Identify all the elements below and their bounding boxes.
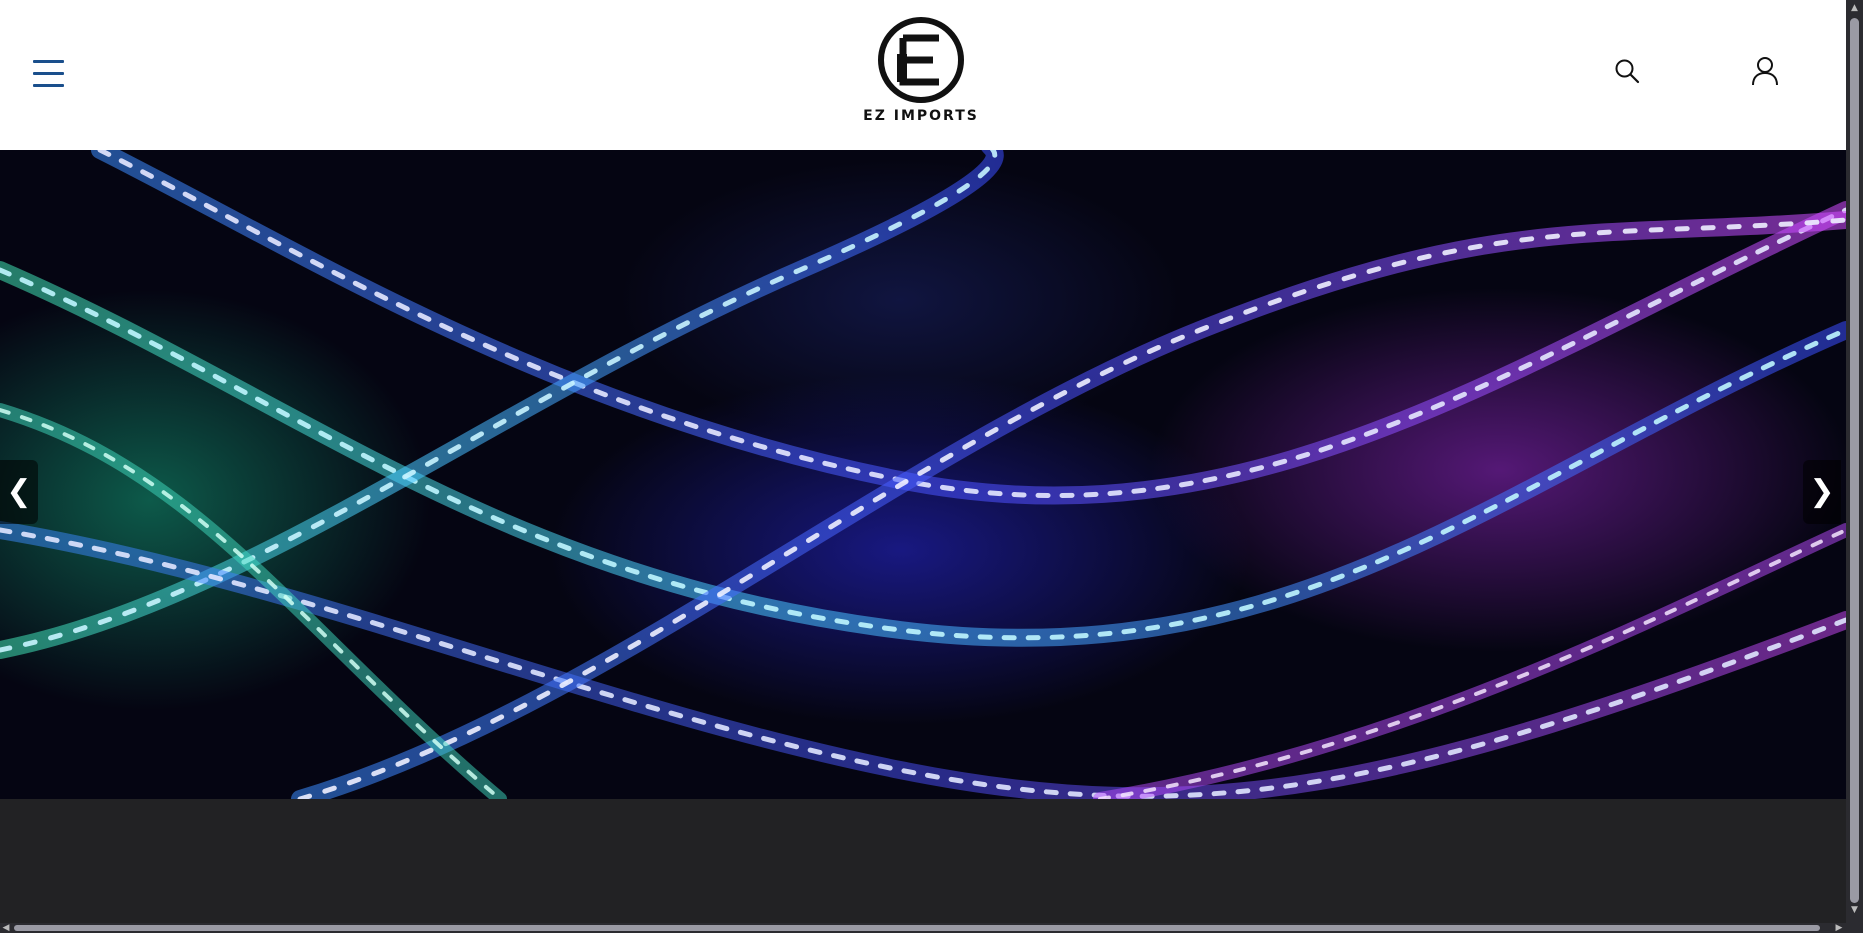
menu-bar: [33, 60, 64, 63]
menu-bar: [33, 84, 64, 87]
horizontal-scroll-thumb[interactable]: [14, 925, 1820, 931]
horizontal-scrollbar[interactable]: ◀ ▶: [0, 923, 1863, 933]
carousel-prev-button[interactable]: ❮: [0, 460, 38, 524]
scroll-up-icon[interactable]: ▲: [1849, 3, 1860, 13]
hamburger-menu-icon[interactable]: [33, 57, 65, 91]
site-header: EZ IMPORTS: [0, 0, 1846, 150]
vertical-scrollbar[interactable]: ▲ ▼: [1846, 0, 1863, 923]
carousel-next-button[interactable]: ❯: [1803, 460, 1841, 524]
led-strip-lights-banner: [0, 150, 1846, 799]
logo-text: EZ IMPORTS: [863, 108, 979, 124]
scroll-right-icon[interactable]: ▶: [1834, 923, 1844, 933]
search-icon[interactable]: [1614, 58, 1640, 84]
logo-emblem: [878, 17, 964, 103]
site-logo[interactable]: EZ IMPORTS: [860, 14, 982, 128]
menu-bar: [33, 72, 64, 75]
hero-carousel: ❮ ❯: [0, 150, 1846, 799]
scroll-down-icon[interactable]: ▼: [1849, 905, 1860, 915]
vertical-scroll-thumb[interactable]: [1850, 18, 1859, 903]
user-account-icon[interactable]: [1751, 56, 1779, 86]
dark-content-band: [0, 799, 1846, 923]
scroll-left-icon[interactable]: ◀: [1, 923, 11, 933]
